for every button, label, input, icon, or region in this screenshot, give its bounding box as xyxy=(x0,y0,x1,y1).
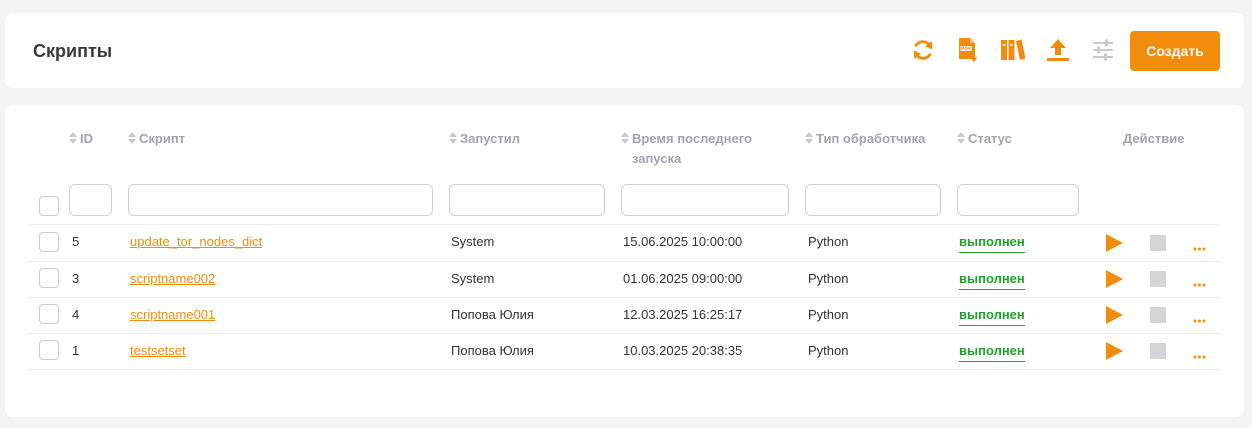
row-checkbox[interactable] xyxy=(39,340,59,360)
row-id: 5 xyxy=(72,234,80,249)
status-badge: выполнен xyxy=(959,234,1025,253)
select-all-checkbox[interactable] xyxy=(39,196,59,216)
row-handler: Python xyxy=(808,343,849,358)
row-launched-by: Попова Юлия xyxy=(451,343,534,358)
row-launched-by: System xyxy=(451,234,495,249)
filter-launched-by-input[interactable] xyxy=(449,184,605,216)
row-last-run: 10.03.2025 20:38:35 xyxy=(623,343,743,358)
pdf-export-icon[interactable]: PDF xyxy=(955,37,981,63)
more-icon[interactable] xyxy=(1193,274,1206,292)
row-launched-by: System xyxy=(451,271,495,286)
row-handler: Python xyxy=(808,234,849,249)
stop-icon[interactable] xyxy=(1150,271,1166,287)
divider xyxy=(28,333,1220,334)
more-icon[interactable] xyxy=(1193,238,1206,256)
svg-text:PDF: PDF xyxy=(961,46,971,52)
play-icon[interactable] xyxy=(1105,270,1123,293)
page-title: Скрипты xyxy=(33,41,113,61)
column-header-script[interactable]: Скрипт xyxy=(128,129,185,149)
stop-icon[interactable] xyxy=(1150,343,1166,359)
divider xyxy=(28,224,1220,225)
status-badge: выполнен xyxy=(959,271,1025,290)
filter-script-input[interactable] xyxy=(128,184,433,216)
column-header-handler[interactable]: Тип обработчика xyxy=(805,129,925,149)
refresh-icon[interactable] xyxy=(910,37,936,63)
more-icon[interactable] xyxy=(1193,310,1206,328)
play-icon[interactable] xyxy=(1105,306,1123,329)
script-link[interactable]: update_tor_nodes_dict xyxy=(130,234,262,250)
sort-icon xyxy=(621,130,630,149)
row-last-run: 15.06.2025 10:00:00 xyxy=(623,234,743,249)
sort-icon xyxy=(449,130,458,149)
row-id: 3 xyxy=(72,271,80,286)
filter-last-run-input[interactable] xyxy=(621,184,789,216)
status-badge: выполнен xyxy=(959,343,1025,362)
row-handler: Python xyxy=(808,271,849,286)
row-checkbox[interactable] xyxy=(39,268,59,288)
column-header-last-run[interactable]: Время последнего запуска xyxy=(621,129,752,168)
sort-icon xyxy=(805,130,814,149)
stop-icon[interactable] xyxy=(1150,307,1166,323)
divider xyxy=(28,369,1220,370)
script-link[interactable]: scriptname002 xyxy=(130,271,215,287)
create-button[interactable]: Создать xyxy=(1130,31,1220,71)
sort-icon xyxy=(128,130,137,149)
play-icon[interactable] xyxy=(1105,234,1123,257)
library-icon[interactable] xyxy=(1000,37,1026,63)
scripts-table: ID Скрипт Запустил Время последнего запу… xyxy=(5,105,1244,417)
row-checkbox[interactable] xyxy=(39,304,59,324)
settings-sliders-icon[interactable] xyxy=(1090,37,1116,63)
row-launched-by: Попова Юлия xyxy=(451,307,534,322)
divider xyxy=(28,261,1220,262)
more-icon[interactable] xyxy=(1193,346,1206,364)
row-id: 4 xyxy=(72,307,80,322)
column-header-id[interactable]: ID xyxy=(69,129,93,149)
header-card: Скрипты PDF Создать xyxy=(5,13,1244,88)
script-link[interactable]: testsetset xyxy=(130,343,186,359)
column-header-action: Действие xyxy=(1123,131,1185,146)
filter-id-input[interactable] xyxy=(69,184,112,216)
column-header-status[interactable]: Статус xyxy=(957,129,1012,149)
play-icon[interactable] xyxy=(1105,342,1123,365)
upload-icon[interactable] xyxy=(1045,37,1071,63)
row-checkbox[interactable] xyxy=(39,232,59,252)
row-last-run: 01.06.2025 09:00:00 xyxy=(623,271,743,286)
column-header-launched-by[interactable]: Запустил xyxy=(449,129,520,149)
filter-handler-input[interactable] xyxy=(805,184,941,216)
row-handler: Python xyxy=(808,307,849,322)
sort-icon xyxy=(69,130,78,149)
divider xyxy=(28,297,1220,298)
status-badge: выполнен xyxy=(959,307,1025,326)
stop-icon[interactable] xyxy=(1150,235,1166,251)
sort-icon xyxy=(957,130,966,149)
row-last-run: 12.03.2025 16:25:17 xyxy=(623,307,743,322)
script-link[interactable]: scriptname001 xyxy=(130,307,215,323)
filter-status-input[interactable] xyxy=(957,184,1079,216)
row-id: 1 xyxy=(72,343,80,358)
